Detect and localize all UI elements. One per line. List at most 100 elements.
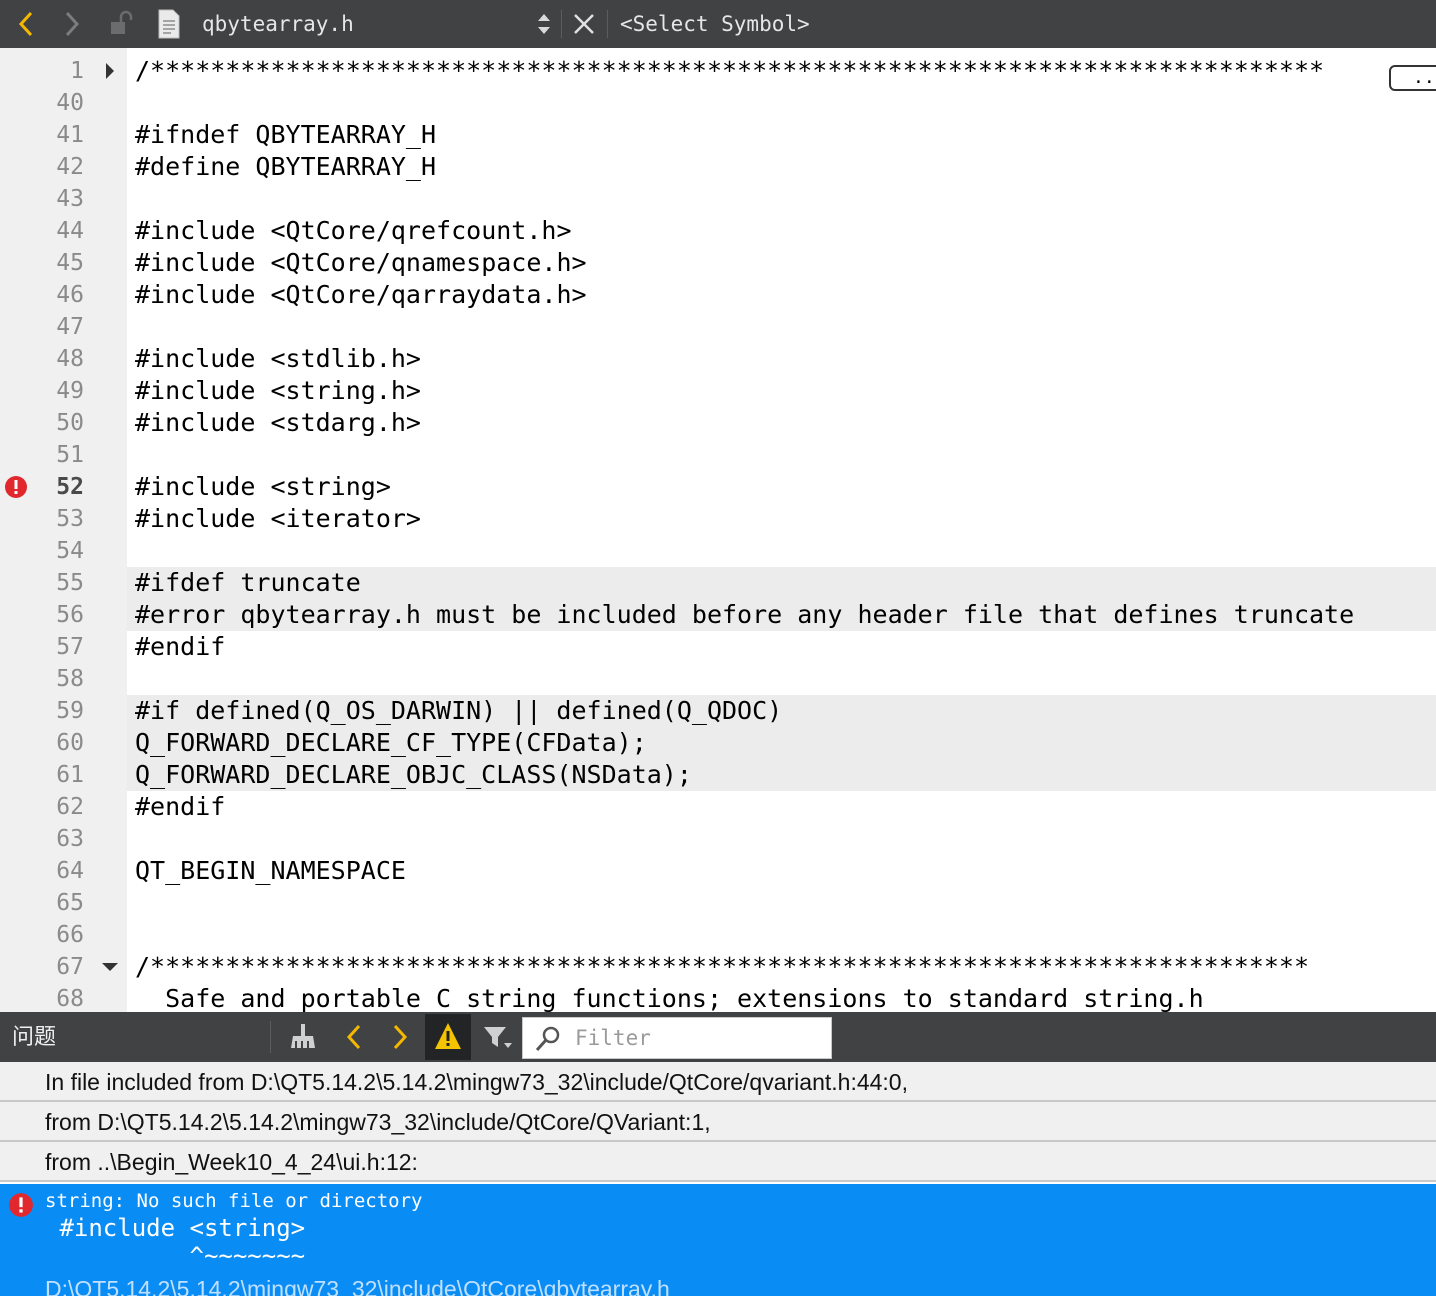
selected-issue[interactable]: string: No such file or directory #inclu… xyxy=(0,1184,1436,1296)
code-line-inactive: 59 #if defined(Q_OS_DARWIN) || defined(Q_… xyxy=(0,695,1436,727)
code-text: #endif xyxy=(135,792,226,821)
line-number: 60 xyxy=(56,730,84,756)
warning-icon xyxy=(435,1023,461,1049)
code-line: 58 xyxy=(0,663,1436,695)
symbol-selector[interactable]: <Select Symbol> xyxy=(620,0,920,48)
line-number: 63 xyxy=(56,826,84,852)
broom-icon xyxy=(291,1024,315,1048)
file-icon-wrap xyxy=(152,0,186,48)
line-number: 44 xyxy=(56,218,84,244)
line-number: 62 xyxy=(56,794,84,820)
code-line: 57 #endif xyxy=(0,631,1436,663)
issues-panel-toolbar: 问题 Filter xyxy=(0,1012,1436,1062)
toolbar-divider xyxy=(270,1021,271,1053)
line-number: 61 xyxy=(56,762,84,788)
code-line: 66 xyxy=(0,919,1436,951)
caret-right-icon xyxy=(106,63,114,79)
code-line-error: 52#include <string>#include xyxy=(0,471,1436,503)
document-icon xyxy=(158,9,180,39)
warnings-filter-toggle[interactable] xyxy=(425,1014,471,1060)
line-number: 45 xyxy=(56,250,84,276)
code-text: Safe and portable C string functions; ex… xyxy=(135,984,1204,1012)
line-number: 56 xyxy=(56,602,84,628)
code-text: /***************************************… xyxy=(135,952,1309,981)
code-line: 51 xyxy=(0,439,1436,471)
code-line: 53#include <iterator>#include xyxy=(0,503,1436,535)
sort-arrows-icon xyxy=(538,14,550,34)
chevron-left-icon xyxy=(346,1024,361,1050)
issue-text: from ..\Begin_Week10_4_24\ui.h:12: xyxy=(45,1149,418,1175)
code-editor[interactable]: 1 /*************************************… xyxy=(0,48,1436,1012)
issues-panel-title: 问题 xyxy=(12,1024,57,1049)
list-item[interactable]: In file included from D:\QT5.14.2\5.14.2… xyxy=(0,1062,1436,1102)
issue-message: string: No such file or directory xyxy=(45,1190,423,1212)
line-number: 43 xyxy=(56,186,84,212)
issue-detail-source: #include <string> xyxy=(45,1214,306,1242)
filter-icon xyxy=(484,1027,512,1048)
chevron-right-icon xyxy=(393,1024,408,1050)
include-keyword: #include xyxy=(135,216,256,245)
search-icon xyxy=(535,1026,560,1052)
forward-button[interactable] xyxy=(54,0,90,48)
chevron-right-icon xyxy=(65,11,80,37)
filter-menu-button[interactable] xyxy=(480,1021,516,1053)
file-switcher-arrows[interactable] xyxy=(532,0,556,48)
editor-toolbar: qbytearray.h <Select Symbol> xyxy=(0,0,1436,48)
issue-text: In file included from D:\QT5.14.2\5.14.2… xyxy=(45,1069,908,1095)
line-number: 53 xyxy=(56,506,84,532)
code-line: 42 #define QBYTEARRAY_H xyxy=(0,151,1436,183)
line-number: 67 xyxy=(56,954,84,980)
list-item[interactable]: from ..\Begin_Week10_4_24\ui.h:12: xyxy=(0,1142,1436,1182)
line-number: 66 xyxy=(56,922,84,948)
code-line: 47 xyxy=(0,311,1436,343)
back-button[interactable] xyxy=(8,0,44,48)
include-keyword: #include xyxy=(135,248,256,277)
line-number: 47 xyxy=(56,314,84,340)
code-text: QT_BEGIN_NAMESPACE xyxy=(135,856,406,885)
include-keyword: #include xyxy=(135,504,256,533)
include-keyword: #include xyxy=(135,280,256,309)
line-number: 52 xyxy=(56,474,84,500)
code-line: 49#include <string.h>#include xyxy=(0,375,1436,407)
line-number: 65 xyxy=(56,890,84,916)
caret-down-icon xyxy=(102,963,118,971)
line-number: 55 xyxy=(56,570,84,596)
code-line-inactive: 56 #error qbytearray.h must be included b… xyxy=(0,599,1436,631)
next-issue-button[interactable] xyxy=(384,1021,416,1053)
close-document-button[interactable] xyxy=(568,0,600,48)
line-number: 48 xyxy=(56,346,84,372)
line-number: 40 xyxy=(56,90,84,116)
code-text: /***************************************… xyxy=(135,56,1325,85)
clean-issues-button[interactable] xyxy=(286,1021,322,1053)
list-item[interactable]: from D:\QT5.14.2\5.14.2\mingw73_32\inclu… xyxy=(0,1102,1436,1142)
code-text: #ifdef truncate xyxy=(135,568,361,597)
line-number: 50 xyxy=(56,410,84,436)
code-line: 65 xyxy=(0,887,1436,919)
line-number: 58 xyxy=(56,666,84,692)
code-line: 63 xyxy=(0,823,1436,855)
line-number: 46 xyxy=(56,282,84,308)
code-text: #ifndef QBYTEARRAY_H xyxy=(135,120,437,149)
file-name-label[interactable]: qbytearray.h xyxy=(202,0,532,48)
code-line: 40 xyxy=(0,87,1436,119)
line-number: 64 xyxy=(56,858,84,884)
issues-list[interactable]: In file included from D:\QT5.14.2\5.14.2… xyxy=(0,1062,1436,1296)
include-keyword: #include xyxy=(135,472,256,501)
issue-file-path[interactable]: D:\QT5.14.2\5.14.2\mingw73_32\include\Qt… xyxy=(45,1276,670,1296)
code-line: 44#include <QtCore/qrefcount.h>#include xyxy=(0,215,1436,247)
code-line: 50#include <stdarg.h>#include xyxy=(0,407,1436,439)
toolbar-divider xyxy=(607,10,608,38)
lock-icon xyxy=(111,10,133,34)
lock-button[interactable] xyxy=(104,0,140,48)
issues-filter-input[interactable]: Filter xyxy=(522,1017,832,1059)
chevron-left-icon xyxy=(18,11,33,37)
code-line: 54 xyxy=(0,535,1436,567)
fold-collapse-button[interactable] xyxy=(98,951,122,983)
fold-expand-button[interactable] xyxy=(98,55,122,87)
previous-issue-button[interactable] xyxy=(338,1021,370,1053)
line-number: 54 xyxy=(56,538,84,564)
line-number: 51 xyxy=(56,442,84,468)
line-number: 59 xyxy=(56,698,84,724)
code-line: 68 Safe and portable C string functions;… xyxy=(0,983,1436,1012)
code-text: #if defined(Q_OS_DARWIN) || defined(Q_QD… xyxy=(135,696,783,725)
